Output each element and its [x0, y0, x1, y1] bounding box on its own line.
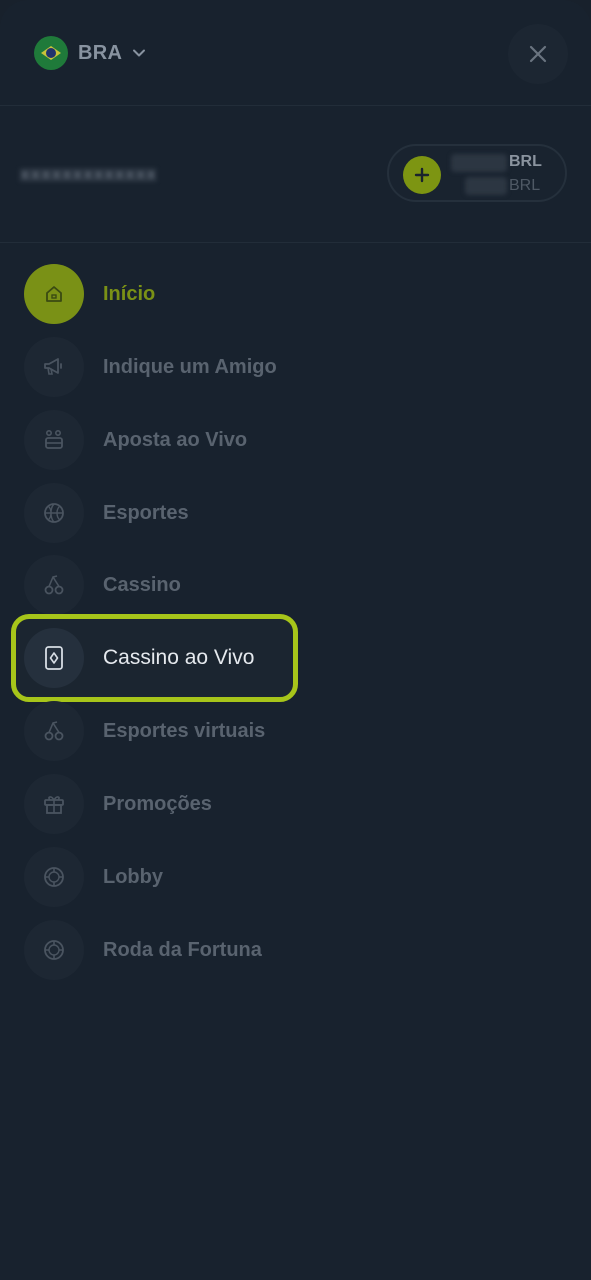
menu-item-label: Cassino ao Vivo [103, 646, 255, 669]
menu-item-label: Cassino [103, 573, 181, 596]
playing-card-icon [24, 628, 84, 688]
gift-icon [24, 774, 84, 834]
menu-header: BRA [0, 0, 591, 105]
username-blurred: xxxxxxxxxxxxx [20, 164, 157, 184]
cherries-icon [24, 555, 84, 615]
megaphone-icon [24, 337, 84, 397]
close-icon [529, 45, 547, 63]
menu-item-lobby[interactable]: Lobby [20, 842, 300, 912]
menu-item-label: Aposta ao Vivo [103, 428, 248, 451]
menu-item-label: Esportes virtuais [103, 719, 266, 742]
language-selector[interactable]: BRA [34, 36, 146, 70]
chip-icon [24, 920, 84, 980]
bonus-amount-blurred [465, 177, 507, 195]
plus-icon [414, 167, 430, 183]
brazil-flag-icon [34, 36, 68, 70]
balance-currency: BRL [509, 153, 542, 170]
menu-item-aposta-ao-vivo[interactable]: Aposta ao Vivo [20, 405, 300, 475]
menu-item-label: Indique um Amigo [103, 355, 277, 378]
menu-item-inicio[interactable]: Início [20, 259, 300, 329]
cherries-icon [24, 701, 84, 761]
live-bet-icon [24, 410, 84, 470]
language-label: BRA [78, 41, 123, 64]
chip-icon [24, 847, 84, 907]
basketball-icon [24, 483, 84, 543]
balance-amount-blurred [451, 154, 507, 172]
balance-widget[interactable]: BRL BRL [387, 144, 567, 202]
divider [0, 242, 591, 243]
menu-item-label: Início [103, 282, 156, 305]
side-menu-panel: BRA xxxxxxxxxxxxx BRL BRL Início Indique… [0, 0, 591, 1280]
menu-item-label: Esportes [103, 501, 189, 524]
menu-item-esportes-virtuais[interactable]: Esportes virtuais [20, 696, 300, 766]
menu-item-esportes[interactable]: Esportes [20, 478, 300, 548]
deposit-button[interactable] [403, 156, 441, 194]
menu-item-indique-um-amigo[interactable]: Indique um Amigo [20, 332, 300, 402]
home-icon [24, 264, 84, 324]
menu-item-label: Roda da Fortuna [103, 938, 262, 961]
menu-item-label: Promoções [103, 792, 212, 815]
menu-item-cassino-ao-vivo[interactable]: Cassino ao Vivo [11, 614, 298, 702]
menu-item-cassino[interactable]: Cassino [20, 550, 300, 620]
menu-item-roda-da-fortuna[interactable]: Roda da Fortuna [20, 915, 300, 985]
user-info: xxxxxxxxxxxxx BRL BRL [0, 106, 591, 242]
chevron-down-icon [133, 49, 146, 57]
close-button[interactable] [508, 24, 568, 84]
bonus-currency: BRL [509, 177, 541, 194]
menu-item-promocoes[interactable]: Promoções [20, 769, 300, 839]
menu-item-label: Lobby [103, 865, 163, 888]
